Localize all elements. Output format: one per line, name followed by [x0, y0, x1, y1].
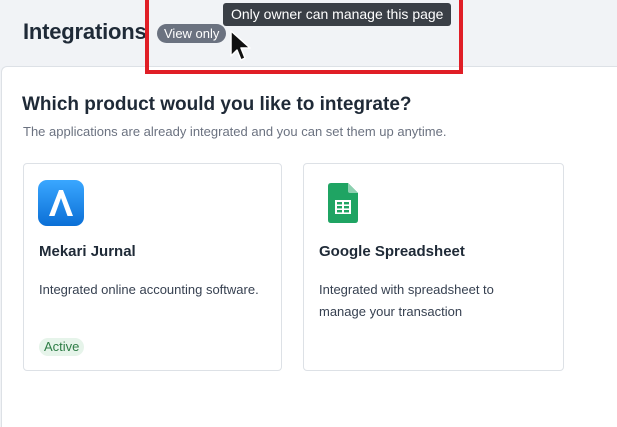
integration-card-google-spreadsheet[interactable]: Google Spreadsheet Integrated with sprea… — [303, 163, 564, 371]
permission-tooltip: Only owner can manage this page — [223, 3, 452, 26]
card-description: Integrated with spreadsheet to manage yo… — [319, 282, 494, 319]
card-title: Google Spreadsheet — [319, 243, 465, 260]
section-subtitle: The applications are already integrated … — [23, 124, 447, 139]
page-header: Integrations View only Only owner can ma… — [0, 0, 617, 66]
status-badge: Active — [39, 338, 85, 356]
card-title: Mekari Jurnal — [39, 243, 136, 260]
mouse-pointer-icon — [229, 30, 259, 62]
view-only-badge[interactable]: View only — [157, 24, 227, 43]
google-sheets-icon — [328, 183, 358, 228]
page-title: Integrations — [23, 19, 147, 44]
integration-card-mekari-jurnal[interactable]: Mekari Jurnal Integrated online accounti… — [23, 163, 282, 371]
mekari-jurnal-logo-icon — [38, 180, 84, 231]
card-description: Integrated online accounting software. — [39, 282, 259, 297]
section-title: Which product would you like to integrat… — [22, 94, 412, 115]
